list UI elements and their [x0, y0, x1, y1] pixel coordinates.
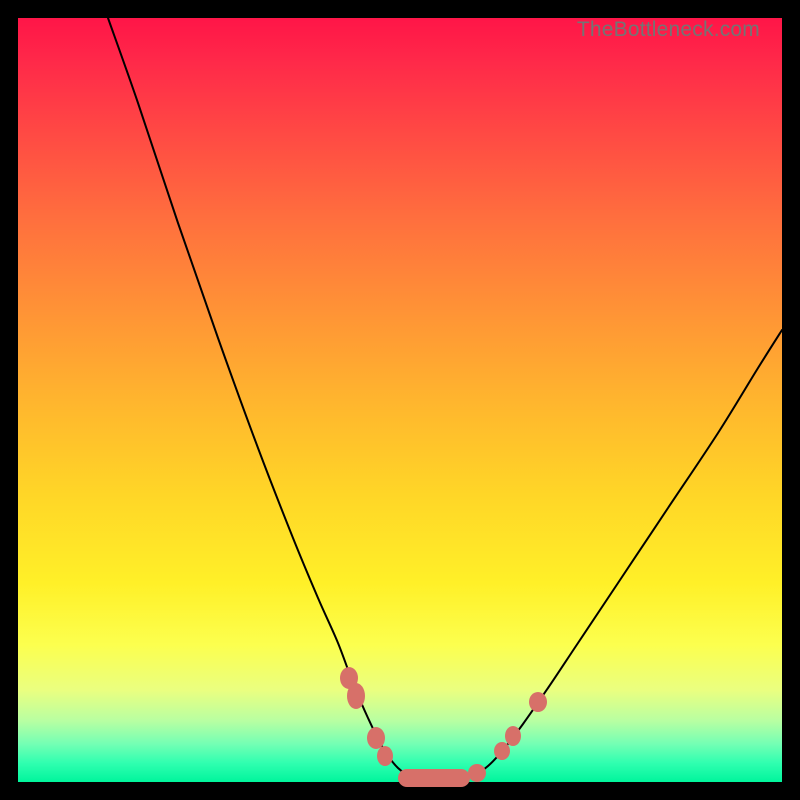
bead	[529, 692, 547, 712]
bead	[377, 746, 393, 766]
watermark-text: TheBottleneck.com	[577, 18, 760, 42]
chart-plot-area: TheBottleneck.com	[18, 18, 782, 782]
bead	[367, 727, 385, 749]
chart-frame: TheBottleneck.com	[0, 0, 800, 800]
bottleneck-chart-svg	[18, 18, 782, 782]
bead	[347, 683, 365, 709]
bead	[468, 764, 486, 782]
curve-beads-group	[340, 667, 547, 787]
bead-pill	[398, 769, 470, 787]
bead	[505, 726, 521, 746]
bottleneck-curve	[108, 18, 782, 779]
bead	[494, 742, 510, 760]
